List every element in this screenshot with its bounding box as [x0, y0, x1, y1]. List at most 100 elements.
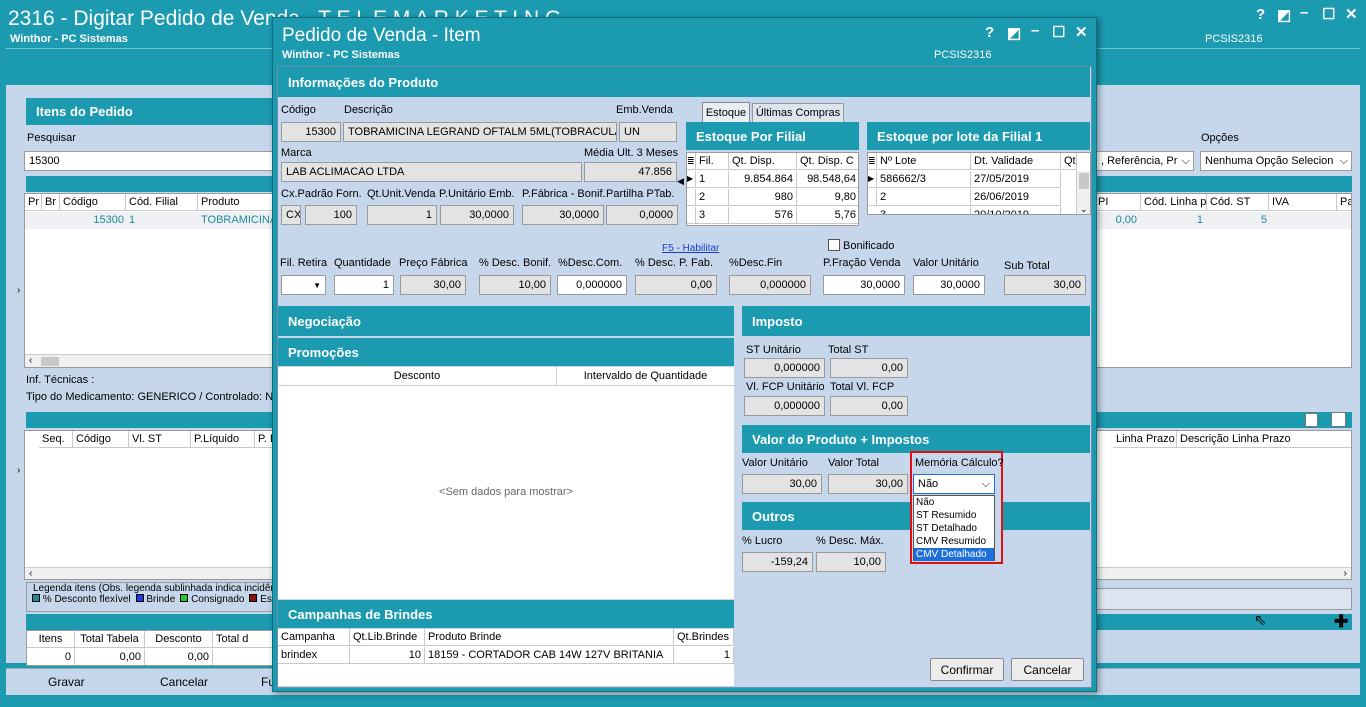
col-qt-disp[interactable]: Qt. Disp.: [729, 153, 797, 170]
fil-cell[interactable]: 2: [696, 189, 729, 206]
cancelar-button[interactable]: Cancelar: [160, 675, 208, 689]
col-iva[interactable]: IVA: [1269, 194, 1337, 211]
col-qt-lib-brinde[interactable]: Qt.Lib.Brinde: [350, 629, 425, 646]
cx-unit-field[interactable]: CX: [281, 205, 301, 225]
media-field[interactable]: 47.856: [584, 162, 677, 182]
table-row[interactable]: 0,00 1 5: [1095, 212, 1351, 229]
col-produto-brinde[interactable]: Produto Brinde: [425, 629, 674, 646]
tab-estoque[interactable]: Estoque: [702, 102, 750, 122]
memoria-option-st-resumido[interactable]: ST Resumido: [914, 509, 994, 522]
qt-brindes-cell[interactable]: 1: [674, 647, 734, 664]
close-icon[interactable]: ✕: [1075, 23, 1088, 41]
col-pi[interactable]: PI: [1095, 194, 1141, 211]
help-icon[interactable]: ?: [1256, 6, 1265, 23]
subtotal-field[interactable]: 30,00: [1004, 275, 1086, 295]
desc-bonif-field[interactable]: 10,00: [479, 275, 551, 295]
export-icon[interactable]: [1331, 412, 1346, 427]
vertical-scrollbar[interactable]: ⌄: [1076, 171, 1090, 214]
valor-unit-input[interactable]: 30,0000: [913, 275, 985, 295]
col-p-liquido[interactable]: P.Líquido: [191, 431, 255, 448]
p-fab-field[interactable]: 30,0000: [522, 205, 604, 225]
desc-fin-field[interactable]: 0,000000: [729, 275, 811, 295]
horizontal-scrollbar[interactable]: ‹: [25, 567, 275, 579]
scroll-thumb[interactable]: [1079, 173, 1089, 189]
col-dt-validade[interactable]: Dt. Validade: [971, 153, 1061, 170]
col-vl-st[interactable]: Vl. ST: [129, 431, 191, 448]
col-campanha[interactable]: Campanha: [278, 629, 350, 646]
edit-icon[interactable]: ◩: [1007, 24, 1021, 42]
qt-disp-c-cell[interactable]: 98.548,64: [797, 171, 858, 188]
col-cod-linha[interactable]: Cód. Linha pı: [1141, 194, 1207, 211]
grid-options-icon[interactable]: ≣: [868, 153, 877, 170]
col-cod-filial[interactable]: Cód. Filial: [126, 194, 198, 211]
minimize-icon[interactable]: –: [1031, 22, 1039, 39]
minimize-icon[interactable]: –: [1300, 4, 1308, 21]
f5-habilitar-link[interactable]: F5 - Habilitar: [662, 243, 719, 254]
qt-unit-field[interactable]: 1: [367, 205, 437, 225]
cx-field[interactable]: 100: [305, 205, 357, 225]
codigo-field[interactable]: 15300: [281, 122, 341, 142]
cancel-button[interactable]: Cancelar: [1011, 658, 1084, 681]
fil-cell[interactable]: 1: [696, 171, 729, 188]
col-n-lote[interactable]: Nº Lote: [877, 153, 971, 170]
qt-disp-c-cell[interactable]: 9,80: [797, 189, 858, 206]
chevron-left-icon[interactable]: ◀: [677, 176, 684, 187]
options-select[interactable]: Nenhuma Opção Selecion ⌵: [1200, 151, 1352, 171]
search-by-select[interactable]: , Referência, Pr ⌵: [1096, 151, 1194, 171]
validade-cell[interactable]: 20/10/2019: [971, 207, 1061, 214]
descricao-field[interactable]: TOBRAMICINA LEGRAND OFTALM 5ML(TOBRACULA: [343, 122, 617, 142]
memoria-option-cmv-detalhado[interactable]: CMV Detalhado: [914, 548, 994, 561]
help-icon[interactable]: ?: [985, 24, 994, 41]
gravar-button[interactable]: Gravar: [48, 675, 85, 689]
total-st-field[interactable]: 0,00: [830, 358, 908, 378]
qt-disp-cell[interactable]: 980: [729, 189, 797, 206]
col-qt-brindes[interactable]: Qt.Brindes: [674, 629, 734, 646]
chevron-down-icon[interactable]: ⌄: [1080, 204, 1088, 214]
copy-icon[interactable]: [1305, 413, 1318, 427]
lote-cell[interactable]: 3: [877, 207, 971, 214]
desc-com-input[interactable]: 0,000000: [557, 275, 627, 295]
marca-field[interactable]: LAB ACLIMACAO LTDA: [281, 162, 582, 182]
chevron-left-icon[interactable]: ‹: [29, 568, 32, 579]
memoria-option-nao[interactable]: Não: [914, 496, 994, 509]
edit-icon[interactable]: ◩: [1277, 6, 1291, 24]
horizontal-scrollbar[interactable]: ›: [1095, 567, 1351, 579]
grid-options-icon[interactable]: ≣: [687, 153, 696, 170]
left-collapse-icon[interactable]: ›: [17, 465, 20, 476]
tab-ultimas-compras[interactable]: Últimas Compras: [752, 103, 844, 122]
bonificado-checkbox[interactable]: [828, 239, 840, 251]
p-unit-field[interactable]: 30,0000: [440, 205, 514, 225]
desc-pfab-field[interactable]: 0,00: [635, 275, 717, 295]
lote-cell[interactable]: 2: [877, 189, 971, 206]
chevron-left-icon[interactable]: ‹: [29, 355, 32, 366]
search-input[interactable]: 15300: [24, 151, 276, 171]
campanha-cell[interactable]: brindex: [278, 647, 350, 664]
preco-fabrica-field[interactable]: 30,00: [400, 275, 466, 295]
pfracao-input[interactable]: 30,0000: [823, 275, 905, 295]
col-linha-prazo[interactable]: Linha Prazo: [1113, 431, 1177, 448]
col-seq[interactable]: Seq.: [39, 431, 73, 448]
col-intervalo[interactable]: Intervaldo de Quantidade: [557, 367, 734, 386]
col-qt[interactable]: Qt: [1061, 153, 1077, 170]
left-collapse-icon[interactable]: ›: [17, 285, 20, 296]
col-fil[interactable]: Fil.: [696, 153, 729, 170]
desc-max-field[interactable]: 10,00: [816, 552, 886, 572]
produto-brinde-cell[interactable]: 18159 - CORTADOR CAB 14W 127V BRITANIA: [425, 647, 674, 664]
col-br[interactable]: Br: [42, 194, 60, 211]
col-qt-disp-c[interactable]: Qt. Disp. C: [797, 153, 858, 170]
vp-unit-field[interactable]: 30,00: [742, 474, 822, 494]
fil-retira-select[interactable]: ▼: [281, 275, 326, 295]
memoria-option-st-detalhado[interactable]: ST Detalhado: [914, 522, 994, 535]
memoria-select[interactable]: Não ⌵: [913, 474, 995, 494]
quantidade-input[interactable]: 1: [334, 275, 394, 295]
col-desc-linha-prazo[interactable]: Descrição Linha Prazo: [1177, 431, 1351, 448]
col-pr[interactable]: Pr: [25, 194, 42, 211]
emb-field[interactable]: UN: [619, 122, 677, 142]
validade-cell[interactable]: 26/06/2019: [971, 189, 1061, 206]
col-produto[interactable]: Produto: [198, 194, 275, 211]
chevron-right-icon[interactable]: ›: [1344, 568, 1347, 579]
fil-cell[interactable]: 3: [696, 207, 729, 224]
col-codigo[interactable]: Código: [73, 431, 129, 448]
qt-lib-brinde-cell[interactable]: 10: [350, 647, 425, 664]
qt-disp-cell[interactable]: 9.854.864: [729, 171, 797, 188]
